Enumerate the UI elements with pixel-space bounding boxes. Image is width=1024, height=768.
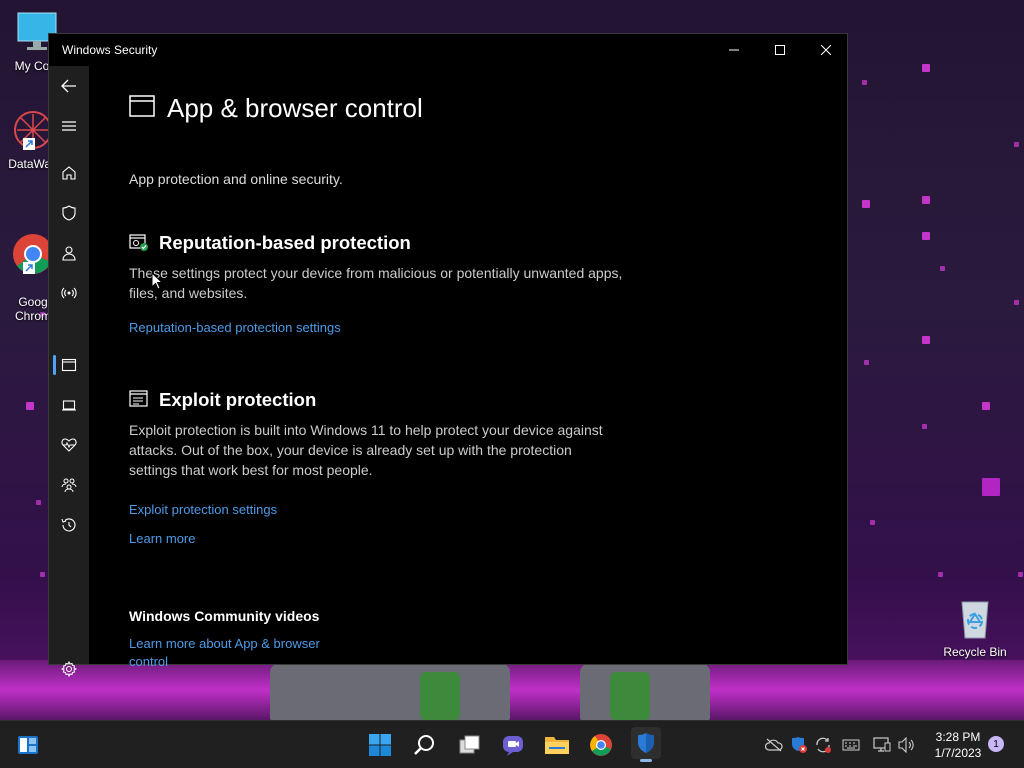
chrome-icon bbox=[590, 734, 612, 756]
community-videos-heading: Windows Community videos bbox=[129, 608, 320, 624]
nav-app-browser-control[interactable] bbox=[49, 347, 89, 383]
onedrive-icon bbox=[765, 738, 783, 752]
search-icon bbox=[414, 735, 434, 755]
menu-icon bbox=[62, 121, 76, 131]
window-title: Windows Security bbox=[62, 43, 158, 57]
desktop-icon-label: Recycle Bin bbox=[943, 645, 1007, 659]
community-videos-link[interactable]: Learn more about App & browser control bbox=[129, 635, 354, 671]
onedrive-button[interactable] bbox=[765, 737, 783, 753]
reputation-icon bbox=[129, 234, 149, 257]
account-icon bbox=[62, 246, 76, 261]
network-icon bbox=[873, 737, 891, 752]
desktop-icon-recycle-bin[interactable]: Recycle Bin bbox=[940, 596, 1010, 659]
close-button[interactable] bbox=[803, 34, 849, 66]
teams-chat-button[interactable] bbox=[499, 731, 527, 759]
maximize-button[interactable] bbox=[757, 34, 803, 66]
reputation-title: Reputation-based protection bbox=[159, 232, 411, 253]
nav-family-options[interactable] bbox=[49, 467, 89, 503]
start-icon bbox=[369, 734, 391, 756]
back-button[interactable] bbox=[49, 68, 89, 104]
exploit-protection-description: Exploit protection is built into Windows… bbox=[129, 422, 603, 478]
task-view-button[interactable] bbox=[455, 731, 483, 759]
windows-security-window: Windows Security App & browser control A… bbox=[48, 33, 848, 677]
keyboard-icon bbox=[842, 739, 860, 751]
health-icon bbox=[61, 438, 77, 452]
history-icon bbox=[61, 518, 76, 532]
windows-security-icon bbox=[638, 733, 654, 753]
nav-device-security[interactable] bbox=[49, 387, 89, 423]
nav-home[interactable] bbox=[49, 155, 89, 191]
widgets-icon bbox=[18, 736, 38, 754]
app-browser-icon bbox=[129, 95, 155, 122]
file-explorer-button[interactable] bbox=[543, 731, 571, 759]
clock[interactable]: 3:28 PM 1/7/2023 bbox=[928, 729, 988, 761]
nav-protection-history[interactable] bbox=[49, 507, 89, 543]
sync-icon bbox=[816, 737, 831, 753]
page-title: App & browser control bbox=[167, 93, 423, 123]
family-icon bbox=[61, 478, 77, 493]
home-icon bbox=[62, 166, 76, 180]
search-button[interactable] bbox=[411, 731, 439, 759]
chrome-button[interactable] bbox=[587, 731, 615, 759]
recycle-bin-icon bbox=[940, 596, 1010, 643]
minimize-icon bbox=[729, 49, 739, 51]
clock-date: 1/7/2023 bbox=[934, 746, 982, 760]
nav-firewall[interactable] bbox=[49, 275, 89, 311]
back-icon bbox=[61, 79, 76, 93]
nav-device-health[interactable] bbox=[49, 427, 89, 463]
exploit-protection-icon bbox=[129, 390, 149, 413]
settings-icon bbox=[61, 661, 77, 677]
menu-button[interactable] bbox=[49, 108, 89, 144]
widgets-button[interactable] bbox=[14, 731, 42, 759]
volume-button[interactable] bbox=[898, 737, 916, 753]
start-button[interactable] bbox=[366, 731, 394, 759]
learn-more-link[interactable]: Learn more bbox=[129, 531, 195, 546]
app-browser-icon bbox=[61, 358, 77, 372]
security-warning-button[interactable] bbox=[790, 737, 808, 753]
mouse-cursor bbox=[151, 271, 164, 295]
keyboard-button[interactable] bbox=[842, 737, 860, 753]
security-warning-icon bbox=[792, 737, 807, 753]
page-subtitle: App protection and online security. bbox=[129, 171, 343, 187]
minimize-button[interactable] bbox=[711, 34, 757, 66]
clock-time: 3:28 PM bbox=[935, 730, 981, 744]
shield-icon bbox=[62, 205, 76, 221]
reputation-settings-link[interactable]: Reputation-based protection settings bbox=[129, 320, 341, 335]
maximize-icon bbox=[775, 45, 785, 55]
windows-security-taskbar-button[interactable] bbox=[631, 727, 661, 762]
wallpaper-robot-left bbox=[270, 664, 510, 720]
notification-badge[interactable]: 1 bbox=[988, 736, 1004, 752]
teams-chat-icon bbox=[503, 736, 523, 756]
reputation-description: These settings protect your device from … bbox=[129, 265, 623, 301]
nav-settings[interactable] bbox=[49, 651, 89, 687]
active-app-indicator bbox=[640, 759, 652, 762]
firewall-icon bbox=[61, 287, 77, 299]
task-view-icon bbox=[459, 735, 480, 754]
sync-button[interactable] bbox=[814, 737, 832, 753]
desktop-icon-label: Goog Chrom bbox=[14, 295, 51, 323]
network-button[interactable] bbox=[873, 737, 891, 753]
device-security-icon bbox=[62, 400, 76, 411]
taskbar: 3:28 PM 1/7/2023 bbox=[0, 720, 1024, 768]
nav-rail bbox=[49, 66, 89, 677]
file-explorer-icon bbox=[545, 737, 569, 754]
exploit-protection-settings-link[interactable]: Exploit protection settings bbox=[129, 502, 277, 517]
volume-icon bbox=[898, 737, 914, 753]
nav-account-protection[interactable] bbox=[49, 235, 89, 271]
close-icon bbox=[821, 45, 831, 55]
title-bar[interactable]: Windows Security bbox=[49, 34, 847, 66]
nav-virus-protection[interactable] bbox=[49, 195, 89, 231]
exploit-protection-title: Exploit protection bbox=[159, 389, 317, 410]
wallpaper-robot-right bbox=[580, 664, 710, 720]
